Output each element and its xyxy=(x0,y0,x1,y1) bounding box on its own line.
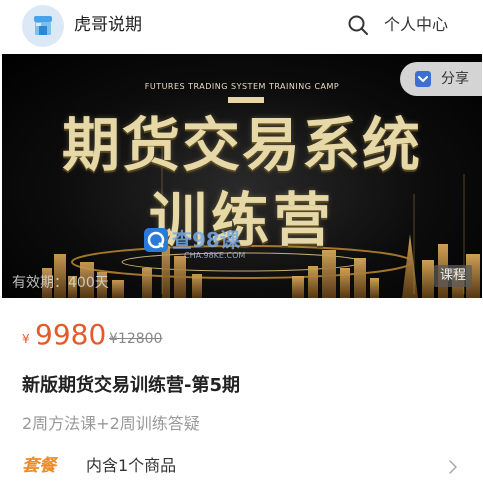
package-text: 内含1个商品 xyxy=(86,456,177,475)
original-price: ¥12800 xyxy=(109,331,163,347)
header: 虎哥说期 个人中心 xyxy=(0,0,483,52)
validity-text: 有效期：400天 xyxy=(12,275,109,291)
chevron-right-icon xyxy=(448,459,458,474)
package-row[interactable]: 套餐 内含1个商品 xyxy=(0,446,483,486)
shop-logo-icon[interactable] xyxy=(22,5,64,47)
search-icon[interactable] xyxy=(347,14,369,36)
course-description: 2周方法课+2周训练答疑 xyxy=(22,414,200,433)
current-price: 9980 xyxy=(35,318,107,351)
watermark-logo-icon xyxy=(144,228,168,252)
course-title: 新版期货交易训练营-第5期 xyxy=(22,375,240,396)
page: 虎哥说期 个人中心 FUTURES TRADING SYSTEM TRAININ… xyxy=(0,0,483,492)
watermark-url: CHA.98KE.COM xyxy=(184,251,246,260)
banner-title-line1: 期货交易系统 xyxy=(61,111,422,179)
share-label: 分享 xyxy=(441,71,469,87)
watermark-text: 查98课 xyxy=(172,228,240,252)
course-cover-banner: FUTURES TRADING SYSTEM TRAINING CAMP 期货交… xyxy=(2,54,482,298)
package-badge: 套餐 xyxy=(22,456,56,476)
course-type-tag: 课程 xyxy=(433,265,472,287)
price-currency-symbol: ¥ xyxy=(22,332,30,346)
share-button[interactable]: 分享 xyxy=(400,62,482,96)
shop-name[interactable]: 虎哥说期 xyxy=(74,14,142,36)
watermark: 查98课 CHA.98KE.COM xyxy=(144,224,274,264)
share-icon xyxy=(415,71,431,87)
user-center-link[interactable]: 个人中心 xyxy=(384,14,448,36)
